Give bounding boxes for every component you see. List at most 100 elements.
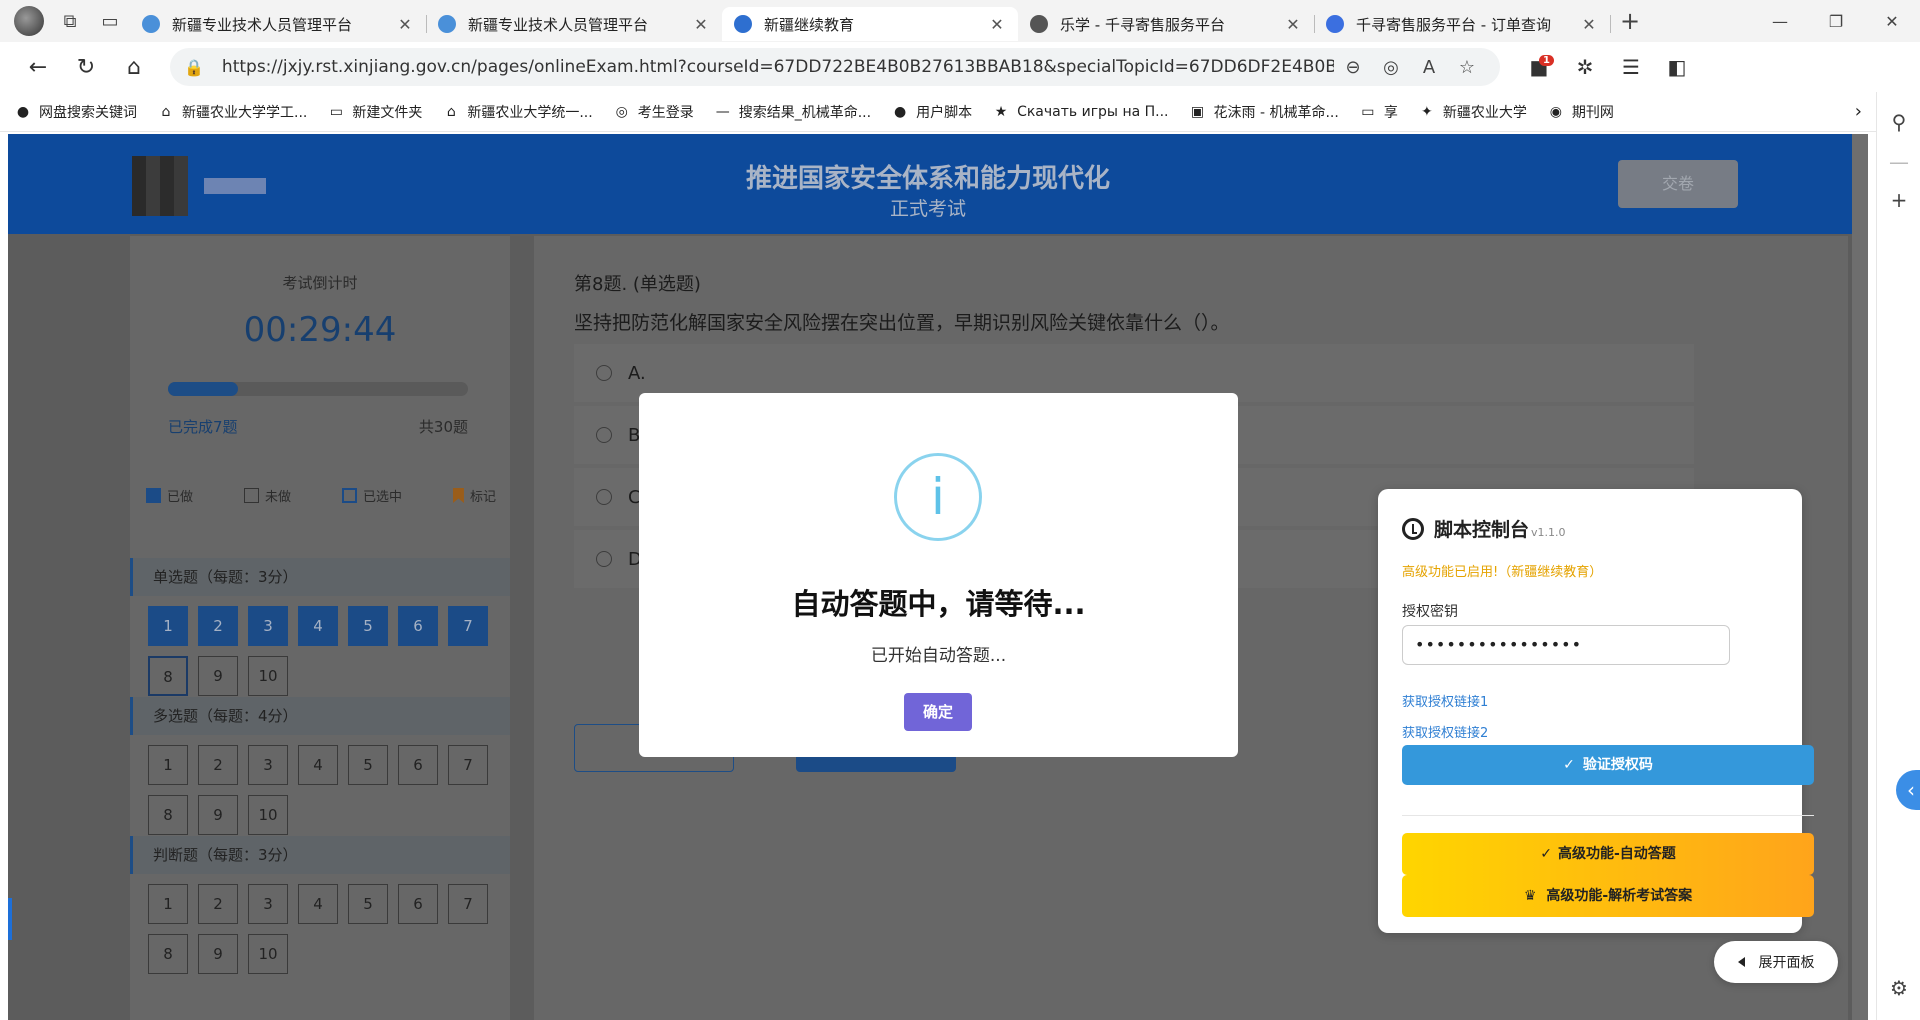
close-tab-icon[interactable]: ✕ [1284,15,1302,34]
bookmark-item[interactable]: ▭ 新建文件夹 [327,102,423,122]
question-number-button[interactable]: 9 [198,656,238,696]
question-number-button[interactable]: 4 [298,745,338,785]
tab-actions-icon[interactable]: ▭ [90,0,130,42]
read-aloud-icon[interactable]: A [1410,57,1448,78]
bookmark-item[interactable]: — 搜索结果_机械革命... [714,102,871,122]
radio-icon[interactable] [596,489,612,505]
question-number-button[interactable]: 2 [198,884,238,924]
bookmark-item[interactable]: ◎ 考生登录 [613,102,694,122]
question-number-button[interactable]: 1 [148,745,188,785]
bookmark-item[interactable]: ⌂ 新疆农业大学学工... [157,102,308,122]
workspaces-icon[interactable]: ⧉ [50,0,90,42]
lock-icon[interactable]: 🔒 [184,58,204,77]
question-number-button[interactable]: 10 [248,795,288,835]
bookmark-label: 期刊网 [1571,104,1614,121]
clock-icon [1402,517,1424,540]
auth-link-1[interactable]: 获取授权链接1 [1402,691,1488,710]
bookmark-item[interactable]: ⌂ 新疆农业大学统一... [442,102,593,122]
bookmark-item[interactable]: ◉ 期刊网 [1547,102,1614,122]
confirm-button[interactable]: 确定 [904,693,972,731]
question-number-button[interactable]: 10 [248,656,288,696]
close-tab-icon[interactable]: ✕ [988,15,1006,34]
bookmark-label: 搜索结果_机械革命... [738,104,872,121]
timer-label: 考试倒计时 [282,274,358,292]
bookmark-item[interactable]: ▭ 享 [1359,102,1398,122]
radio-icon[interactable] [596,551,612,567]
bookmark-item[interactable]: ✦ 新疆农业大学 [1418,102,1527,122]
page-scrollbar[interactable] [1852,134,1868,1020]
radio-icon[interactable] [596,427,612,443]
question-number-button[interactable]: 1 [148,606,188,646]
radio-icon[interactable] [596,365,612,381]
favorites-icon[interactable]: ☰ [1608,55,1654,79]
url-text[interactable]: https://jxjy.rst.xinjiang.gov.cn/pages/o… [222,57,1334,77]
browser-tab[interactable]: 千寻寄售服务平台 - 订单查询 ✕ [1314,7,1611,41]
parse-answers-button[interactable]: ♛ 高级功能-解析考试答案 [1402,875,1814,917]
verify-auth-button[interactable]: ✓ 验证授权码 [1402,745,1814,785]
bookmark-item[interactable]: ▣ 花沫雨 - 机械革命... [1189,102,1339,122]
browser-tab[interactable]: 新疆专业技术人员管理平台 ✕ [426,7,722,41]
close-window-icon[interactable]: ✕ [1864,12,1920,31]
question-number-button[interactable]: 8 [148,795,188,835]
back-icon[interactable]: ← [14,47,62,87]
question-number-button[interactable]: 8 [148,656,188,696]
question-number-button[interactable]: 9 [198,934,238,974]
expand-panel-button[interactable]: 展开面板 [1714,941,1838,983]
question-number-button[interactable]: 8 [148,934,188,974]
auto-answer-dialog: i 自动答题中，请等待... 已开始自动答题... 确定 [639,393,1238,757]
question-number-button[interactable]: 7 [448,606,488,646]
chevron-right-icon[interactable]: › [1855,101,1862,122]
browser-tab[interactable]: 新疆继续教育 ✕ [722,7,1018,41]
question-number-button[interactable]: 2 [198,745,238,785]
bookmark-item[interactable]: ● 用户脚本 [891,102,972,122]
auto-answer-button[interactable]: ✓ 高级功能-自动答题 [1402,833,1814,875]
refresh-icon[interactable]: ↻ [62,47,110,87]
question-number-button[interactable]: 6 [398,745,438,785]
question-number-button[interactable]: 4 [298,606,338,646]
home-icon[interactable]: ⌂ [110,47,158,87]
add-icon[interactable]: + [1877,188,1920,212]
bookmark-item[interactable]: ● 网盘搜索关键词 [14,102,137,122]
question-number-button[interactable]: 6 [398,606,438,646]
new-tab-button[interactable]: + [1610,0,1650,42]
restore-icon[interactable]: ❐ [1808,12,1864,31]
sidebar-toggle-icon[interactable]: ◧ [1654,55,1700,79]
browser-tab[interactable]: 乐学 - 千寻寄售服务平台 ✕ [1018,7,1315,41]
search-icon[interactable]: ⚲ [1877,110,1920,134]
section-header: 单选题（每题：3分） [130,558,510,596]
favorite-star-icon[interactable]: ☆ [1448,57,1486,78]
submit-exam-button[interactable]: 交卷 [1618,160,1738,208]
question-number-button[interactable]: 10 [248,934,288,974]
question-number-button[interactable]: 5 [348,884,388,924]
extension-icons: ■ 1 ✲ ☰ ◧ [1516,55,1700,79]
bookmark-list: ● 网盘搜索关键词 ⌂ 新疆农业大学学工... ▭ 新建文件夹 ⌂ 新疆农业大学统一... ◎ 考… [14,102,1634,122]
bookmark-item[interactable]: ★ Скачать игры на П... [992,102,1169,122]
question-number-button[interactable]: 7 [448,884,488,924]
profile-avatar[interactable] [14,6,44,36]
close-tab-icon[interactable]: ✕ [396,15,414,34]
browser-tab[interactable]: 新疆专业技术人员管理平台 ✕ [130,7,427,41]
auth-link-2[interactable]: 获取授权链接2 [1402,722,1488,741]
question-number-button[interactable]: 3 [248,884,288,924]
question-number-button[interactable]: 3 [248,745,288,785]
question-number-button[interactable]: 9 [198,795,238,835]
question-number-button[interactable]: 1 [148,884,188,924]
auth-key-input[interactable]: •••••••••••••••• [1402,625,1730,665]
extensions-icon[interactable]: ✲ [1562,55,1608,79]
minimize-icon[interactable]: — [1752,12,1808,31]
close-tab-icon[interactable]: ✕ [1580,15,1598,34]
question-number-button[interactable]: 7 [448,745,488,785]
question-number-button[interactable]: 5 [348,745,388,785]
address-bar[interactable]: 🔒 https://jxjy.rst.xinjiang.gov.cn/pages… [170,48,1500,86]
question-number-button[interactable]: 6 [398,884,438,924]
settings-gear-icon[interactable]: ⚙ [1877,976,1920,1000]
divider: — [1889,150,1909,174]
question-number-button[interactable]: 2 [198,606,238,646]
question-number-button[interactable]: 3 [248,606,288,646]
question-number-button[interactable]: 4 [298,884,338,924]
userscript-extension-icon[interactable]: ■ 1 [1516,55,1562,79]
question-number-button[interactable]: 5 [348,606,388,646]
close-tab-icon[interactable]: ✕ [692,15,710,34]
translate-icon[interactable]: ◎ [1372,57,1410,78]
zoom-icon[interactable]: ⊖ [1334,57,1372,78]
